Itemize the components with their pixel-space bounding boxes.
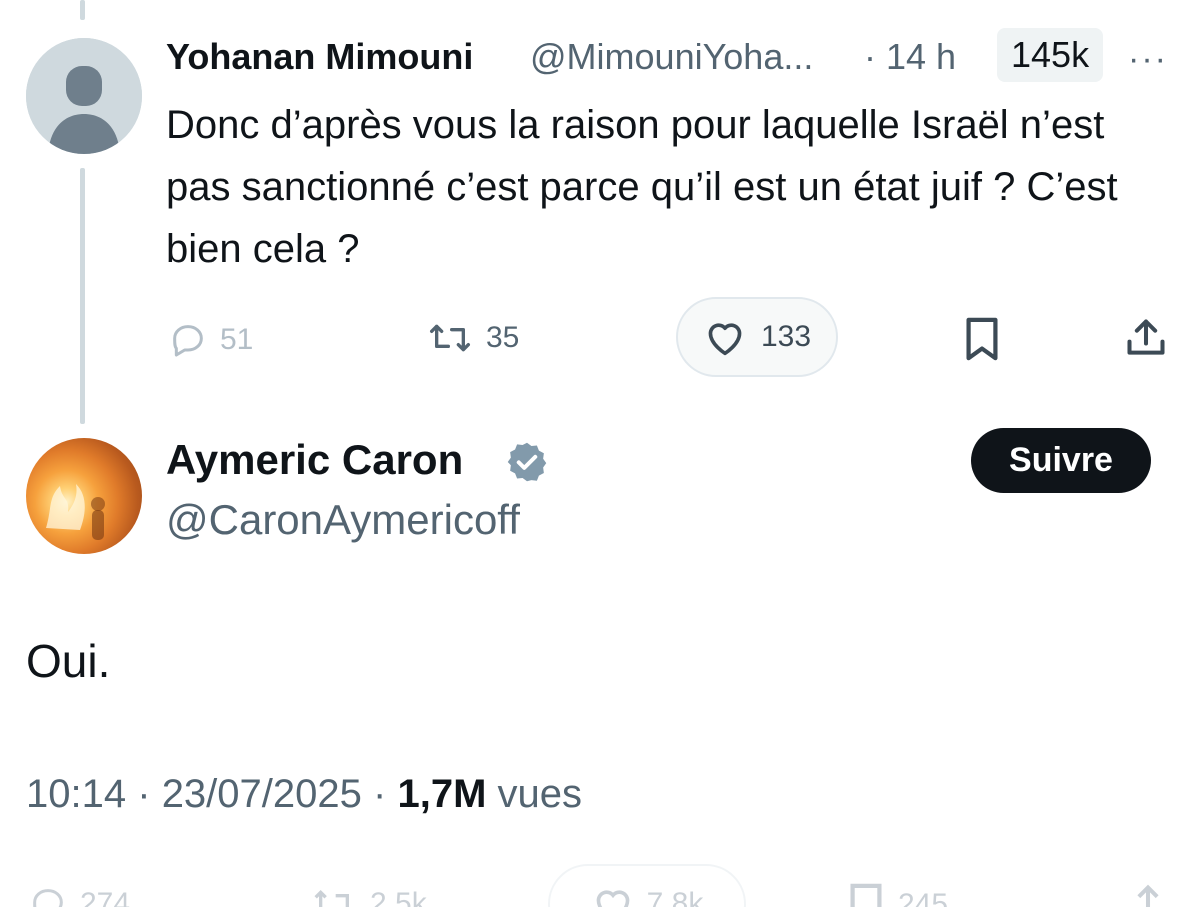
repost-icon: [314, 889, 349, 907]
repost-count: 2,5k: [370, 887, 427, 907]
author-handle[interactable]: @MimouniYoha...: [530, 36, 813, 78]
tweet-meta: 10:14 · 23/07/2025 · 1,7M vues: [26, 772, 582, 817]
meta-separator: ·: [137, 772, 151, 816]
bookmark-button[interactable]: [962, 316, 1002, 362]
verified-icon: [505, 440, 549, 489]
bookmark-count: 245: [898, 888, 949, 907]
tweet-time[interactable]: · 14 h: [864, 36, 956, 78]
avatar[interactable]: [26, 38, 142, 154]
like-button[interactable]: 7,8k: [548, 864, 746, 907]
reply-icon: [173, 325, 203, 357]
views-badge[interactable]: 145k: [997, 28, 1104, 82]
repost-button[interactable]: 35: [426, 318, 519, 358]
views-label: vues: [497, 772, 583, 816]
reply-text: Oui.: [26, 635, 111, 687]
bottom-actions: 274 2,5k 7,8k 245: [0, 860, 1199, 907]
tweet-text: Donc d’après vous la raison pour laquell…: [166, 103, 1118, 271]
follow-button[interactable]: Suivre: [971, 428, 1151, 493]
fire-photo-avatar-icon: [46, 484, 105, 540]
repost-button[interactable]: 2,5k: [310, 884, 427, 907]
bookmark-icon: [850, 883, 882, 907]
reply-button[interactable]: 274: [28, 884, 130, 907]
repost-count: 35: [486, 321, 520, 354]
author-handle[interactable]: @CaronAymericoff: [166, 496, 520, 544]
author-name[interactable]: Yohanan Mimouni: [166, 36, 473, 78]
like-count: 7,8k: [646, 887, 704, 907]
share-icon: [1127, 319, 1165, 355]
bookmark-icon: [966, 317, 998, 361]
tweet-time[interactable]: 10:14: [26, 772, 126, 816]
author-name[interactable]: Aymeric Caron: [166, 436, 463, 484]
avatar[interactable]: [26, 438, 142, 554]
like-count: 133: [760, 320, 812, 353]
bookmark-button[interactable]: 245: [846, 882, 948, 907]
thread-line-top: [80, 0, 85, 20]
share-button[interactable]: [1124, 316, 1168, 360]
reply-count: 274: [80, 887, 131, 907]
reply-icon: [33, 889, 63, 907]
reply-button[interactable]: 51: [168, 320, 253, 360]
more-options-icon[interactable]: ···: [1128, 40, 1168, 79]
views-count: 1,7M: [397, 772, 487, 816]
repost-icon: [430, 324, 471, 352]
default-avatar-icon: [26, 38, 142, 154]
like-button[interactable]: 133: [676, 297, 838, 377]
share-button[interactable]: [1126, 882, 1170, 907]
share-icon: [1137, 884, 1159, 907]
heart-icon: [596, 890, 630, 907]
meta-separator: ·: [373, 772, 387, 816]
reply-count: 51: [220, 323, 254, 356]
heart-icon: [708, 323, 742, 356]
tweet-date[interactable]: 23/07/2025: [162, 772, 362, 816]
thread-line: [80, 168, 85, 424]
